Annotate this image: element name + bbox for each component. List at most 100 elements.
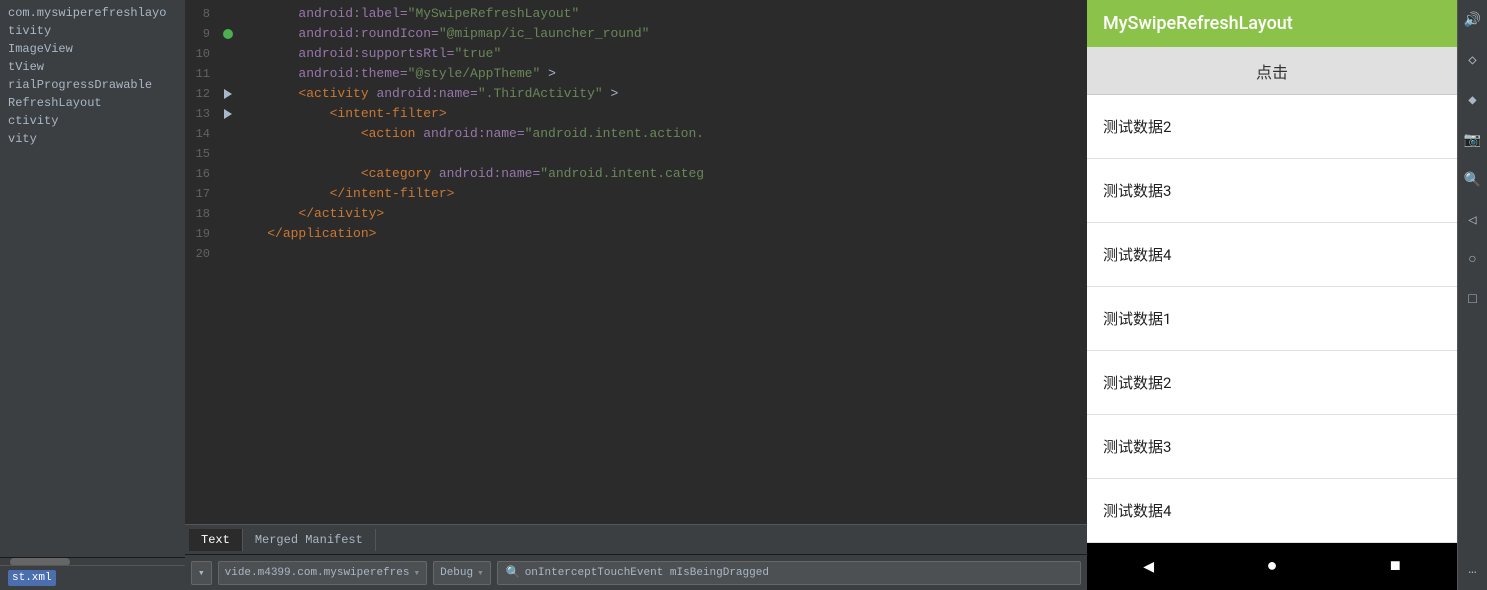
line-indicator-13 — [220, 109, 236, 119]
fold-arrow-13[interactable] — [224, 109, 232, 119]
nav-back-button[interactable]: ◀ — [1143, 556, 1154, 578]
line-indicator-9 — [220, 29, 236, 39]
code-line-10: 10 android:supportsRtl="true" — [185, 44, 1087, 64]
module-dropdown[interactable]: vide.m4399.com.myswiperefres ▾ — [218, 561, 427, 585]
code-lines: 8 android:label="MySwipeRefreshLayout" 9… — [185, 0, 1087, 268]
module-label: vide.m4399.com.myswiperefres — [225, 567, 410, 579]
camera-icon[interactable]: 📷 — [1461, 128, 1485, 152]
tab-merged-manifest[interactable]: Merged Manifest — [243, 529, 376, 551]
bottom-file-tabs: st.xml — [0, 565, 185, 590]
line-content-13: <intent-filter> — [236, 104, 1087, 124]
line-num-10: 10 — [185, 44, 220, 64]
line-num-20: 20 — [185, 244, 220, 264]
tree-item-progress[interactable]: rialProgressDrawable — [0, 76, 185, 94]
phone-navbar: ◀ ● ■ — [1087, 543, 1457, 590]
zoom-icon[interactable]: 🔍 — [1461, 168, 1485, 192]
line-num-13: 13 — [185, 104, 220, 124]
line-content-18: </activity> — [236, 204, 1087, 224]
square-icon[interactable]: □ — [1461, 288, 1485, 312]
run-config-dropdown[interactable]: ▾ — [191, 561, 212, 585]
line-content-14: <action android:name="android.intent.act… — [236, 124, 1087, 144]
code-line-11: 11 android:theme="@style/AppTheme" > — [185, 64, 1087, 84]
fold-arrow[interactable] — [224, 89, 232, 99]
line-num-11: 11 — [185, 64, 220, 84]
diamond-filled-icon[interactable]: ◆ — [1461, 88, 1485, 112]
search-text: onInterceptTouchEvent mIsBeingDragged — [525, 567, 769, 579]
line-content-17: </intent-filter> — [236, 184, 1087, 204]
tree-item-refresh[interactable]: RefreshLayout — [0, 94, 185, 112]
editor-tab-bar: Text Merged Manifest — [185, 524, 1087, 554]
list-item-6[interactable]: 测试数据4 — [1087, 479, 1457, 543]
code-line-14: 14 <action android:name="android.intent.… — [185, 124, 1087, 144]
line-content-19: </application> — [236, 224, 1087, 244]
breakpoint-dot[interactable] — [223, 29, 233, 39]
line-content-12: <activity android:name=".ThirdActivity" … — [236, 84, 1087, 104]
code-line-8: 8 android:label="MySwipeRefreshLayout" — [185, 4, 1087, 24]
dropdown-arrow: ▾ — [198, 566, 205, 580]
line-num-18: 18 — [185, 204, 220, 224]
nav-recents-button[interactable]: ■ — [1390, 557, 1401, 577]
tree-item-tview[interactable]: tView — [0, 58, 185, 76]
code-line-15: 15 — [185, 144, 1087, 164]
line-indicator-12 — [220, 89, 236, 99]
line-content-10: android:supportsRtl="true" — [236, 44, 1087, 64]
file-tab-xml[interactable]: st.xml — [8, 570, 56, 586]
code-line-17: 17 </intent-filter> — [185, 184, 1087, 204]
diamond-outline-icon[interactable]: ◇ — [1461, 48, 1485, 72]
module-dropdown-arrow: ▾ — [413, 566, 420, 580]
code-area[interactable]: 8 android:label="MySwipeRefreshLayout" 9… — [185, 0, 1087, 524]
side-toolbar: 🔊 ◇ ◆ 📷 🔍 ◁ ○ □ … — [1457, 0, 1487, 590]
code-line-16: 16 <category android:name="android.inten… — [185, 164, 1087, 184]
line-num-16: 16 — [185, 164, 220, 184]
scrollbar-area[interactable] — [0, 557, 185, 565]
line-num-14: 14 — [185, 124, 220, 144]
line-num-12: 12 — [185, 84, 220, 104]
phone-click-button[interactable]: 点击 — [1087, 47, 1457, 95]
more-icon[interactable]: … — [1461, 558, 1485, 582]
circle-icon[interactable]: ○ — [1461, 248, 1485, 272]
list-item-5[interactable]: 测试数据3 — [1087, 415, 1457, 479]
build-variant-label: Debug — [440, 567, 473, 579]
tree-item-ctivity[interactable]: ctivity — [0, 112, 185, 130]
tree-item-imageview[interactable]: ImageView — [0, 40, 185, 58]
list-item-4[interactable]: 测试数据2 — [1087, 351, 1457, 415]
line-content-9: android:roundIcon="@mipmap/ic_launcher_r… — [236, 24, 1087, 44]
phone-preview-panel: MySwipeRefreshLayout 点击 测试数据2 测试数据3 测试数据… — [1087, 0, 1487, 590]
line-num-17: 17 — [185, 184, 220, 204]
tree-item-vity[interactable]: vity — [0, 130, 185, 148]
nav-home-button[interactable]: ● — [1267, 557, 1278, 577]
tab-text[interactable]: Text — [189, 529, 243, 551]
phone-app-title: MySwipeRefreshLayout — [1103, 13, 1293, 34]
line-num-9: 9 — [185, 24, 220, 44]
code-editor-panel: 8 android:label="MySwipeRefreshLayout" 9… — [185, 0, 1087, 590]
list-item-3[interactable]: 测试数据1 — [1087, 287, 1457, 351]
code-line-18: 18 </activity> — [185, 204, 1087, 224]
back-icon[interactable]: ◁ — [1461, 208, 1485, 232]
line-content-11: android:theme="@style/AppTheme" > — [236, 64, 1087, 84]
tree-item-package[interactable]: com.myswiperefreshlayo — [0, 4, 185, 22]
list-item-1[interactable]: 测试数据3 — [1087, 159, 1457, 223]
file-tree-panel: com.myswiperefreshlayo tivity ImageView … — [0, 0, 185, 590]
phone-frame: MySwipeRefreshLayout 点击 测试数据2 测试数据3 测试数据… — [1087, 0, 1457, 590]
search-bar[interactable]: 🔍 onInterceptTouchEvent mIsBeingDragged — [497, 561, 1081, 585]
build-variant-arrow: ▾ — [477, 566, 484, 580]
build-variant-dropdown[interactable]: Debug ▾ — [433, 561, 491, 585]
line-num-15: 15 — [185, 144, 220, 164]
code-line-12: 12 <activity android:name=".ThirdActivit… — [185, 84, 1087, 104]
line-num-19: 19 — [185, 224, 220, 244]
phone-content: 点击 测试数据2 测试数据3 测试数据4 测试数据1 测试数据2 测试数据3 测… — [1087, 47, 1457, 543]
phone-appbar: MySwipeRefreshLayout — [1087, 0, 1457, 47]
list-item-0[interactable]: 测试数据2 — [1087, 95, 1457, 159]
volume-icon[interactable]: 🔊 — [1461, 8, 1485, 32]
code-line-19: 19 </application> — [185, 224, 1087, 244]
code-line-13: 13 <intent-filter> — [185, 104, 1087, 124]
debug-bar: ▾ vide.m4399.com.myswiperefres ▾ Debug ▾… — [185, 554, 1087, 590]
line-content-8: android:label="MySwipeRefreshLayout" — [236, 4, 1087, 24]
search-icon: 🔍 — [506, 565, 521, 580]
file-tree: com.myswiperefreshlayo tivity ImageView … — [0, 0, 185, 557]
code-line-20: 20 — [185, 244, 1087, 264]
code-line-9: 9 android:roundIcon="@mipmap/ic_launcher… — [185, 24, 1087, 44]
tree-item-activity[interactable]: tivity — [0, 22, 185, 40]
list-item-2[interactable]: 测试数据4 — [1087, 223, 1457, 287]
line-num-8: 8 — [185, 4, 220, 24]
